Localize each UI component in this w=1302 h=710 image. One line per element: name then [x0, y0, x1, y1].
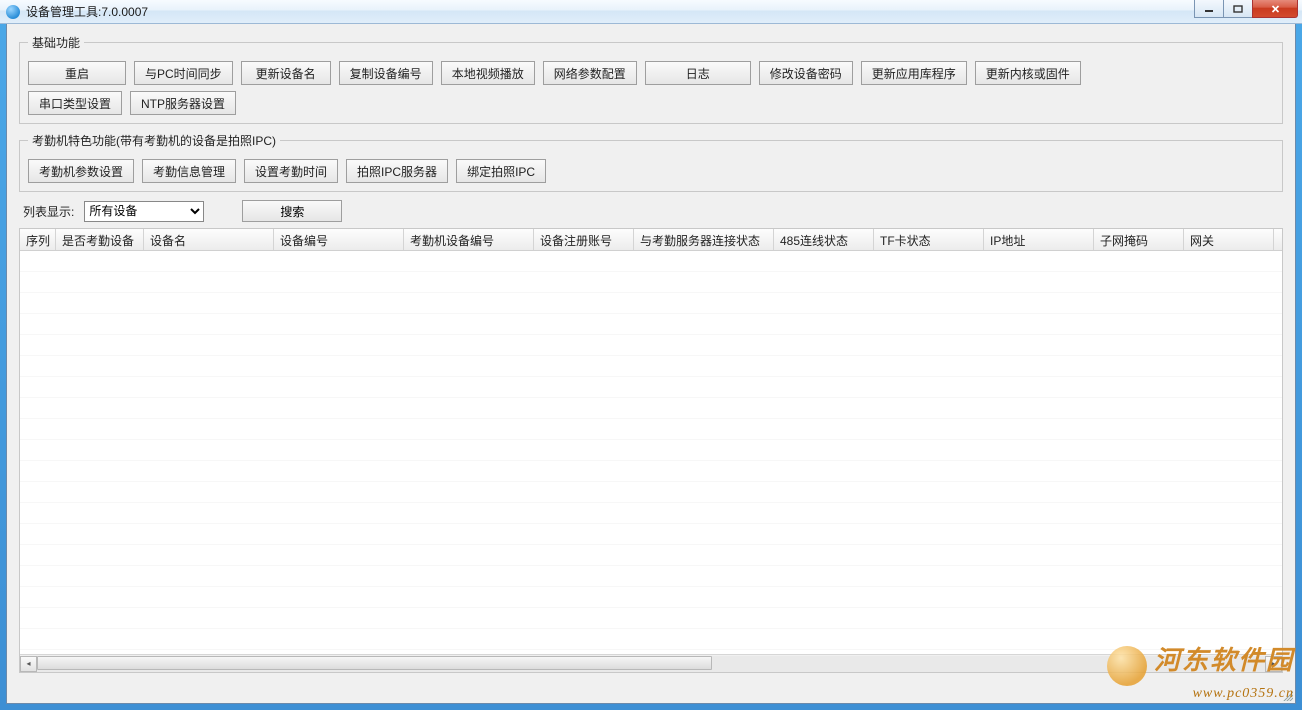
device-filter-select[interactable]: 所有设备 — [84, 201, 204, 222]
bind-photo-ipc-button[interactable]: 绑定拍照IPC — [456, 159, 546, 183]
grid-header: 序列 是否考勤设备 设备名 设备编号 考勤机设备编号 设备注册账号 与考勤服务器… — [20, 229, 1282, 251]
col-register-account[interactable]: 设备注册账号 — [534, 229, 634, 250]
update-app-lib-button[interactable]: 更新应用库程序 — [861, 61, 967, 85]
client-area: 基础功能 重启 与PC时间同步 更新设备名 复制设备编号 本地视频播放 网络参数… — [6, 24, 1296, 704]
scroll-right-arrow[interactable]: ▸ — [1265, 656, 1282, 672]
maximize-button[interactable] — [1223, 0, 1253, 18]
col-sequence[interactable]: 序列 — [20, 229, 56, 250]
minimize-icon — [1204, 5, 1214, 13]
serial-type-button[interactable]: 串口类型设置 — [28, 91, 122, 115]
app-icon — [6, 5, 20, 19]
col-server-conn-status[interactable]: 与考勤服务器连接状态 — [634, 229, 774, 250]
attendance-params-button[interactable]: 考勤机参数设置 — [28, 159, 134, 183]
col-is-attendance[interactable]: 是否考勤设备 — [56, 229, 144, 250]
update-device-name-button[interactable]: 更新设备名 — [241, 61, 331, 85]
change-password-button[interactable]: 修改设备密码 — [759, 61, 853, 85]
maximize-icon — [1233, 5, 1243, 13]
col-485-status[interactable]: 485连线状态 — [774, 229, 874, 250]
col-gateway[interactable]: 网关 — [1184, 229, 1274, 250]
basic-functions-legend: 基础功能 — [28, 34, 84, 51]
grid-body[interactable] — [20, 251, 1282, 653]
col-tf-card-status[interactable]: TF卡状态 — [874, 229, 984, 250]
col-subnet-mask[interactable]: 子网掩码 — [1094, 229, 1184, 250]
scroll-thumb[interactable] — [37, 656, 712, 670]
network-params-button[interactable]: 网络参数配置 — [543, 61, 637, 85]
log-button[interactable]: 日志 — [645, 61, 751, 85]
window-title: 设备管理工具:7.0.0007 — [26, 3, 148, 20]
col-attendance-device-id[interactable]: 考勤机设备编号 — [404, 229, 534, 250]
basic-row-1: 重启 与PC时间同步 更新设备名 复制设备编号 本地视频播放 网络参数配置 日志… — [28, 61, 1274, 85]
titlebar: 设备管理工具:7.0.0007 — [0, 0, 1302, 24]
close-icon — [1270, 4, 1281, 14]
attendance-row: 考勤机参数设置 考勤信息管理 设置考勤时间 拍照IPC服务器 绑定拍照IPC — [28, 159, 1274, 183]
col-device-id[interactable]: 设备编号 — [274, 229, 404, 250]
window-controls — [1195, 0, 1298, 18]
horizontal-scrollbar[interactable]: ◂ ▸ — [20, 654, 1282, 672]
col-device-name[interactable]: 设备名 — [144, 229, 274, 250]
col-ip-address[interactable]: IP地址 — [984, 229, 1094, 250]
update-kernel-firmware-button[interactable]: 更新内核或固件 — [975, 61, 1081, 85]
scroll-left-arrow[interactable]: ◂ — [20, 656, 37, 672]
local-video-play-button[interactable]: 本地视频播放 — [441, 61, 535, 85]
minimize-button[interactable] — [1194, 0, 1224, 18]
attendance-functions-group: 考勤机特色功能(带有考勤机的设备是拍照IPC) 考勤机参数设置 考勤信息管理 设… — [19, 132, 1283, 192]
device-grid: 序列 是否考勤设备 设备名 设备编号 考勤机设备编号 设备注册账号 与考勤服务器… — [19, 228, 1283, 673]
sync-pc-time-button[interactable]: 与PC时间同步 — [134, 61, 233, 85]
search-button[interactable]: 搜索 — [242, 200, 342, 222]
photo-ipc-server-button[interactable]: 拍照IPC服务器 — [346, 159, 448, 183]
ntp-server-button[interactable]: NTP服务器设置 — [130, 91, 236, 115]
close-button[interactable] — [1252, 0, 1298, 18]
restart-button[interactable]: 重启 — [28, 61, 126, 85]
basic-row-2: 串口类型设置 NTP服务器设置 — [28, 91, 1274, 115]
set-attendance-time-button[interactable]: 设置考勤时间 — [244, 159, 338, 183]
list-display-label: 列表显示: — [23, 203, 74, 220]
basic-functions-group: 基础功能 重启 与PC时间同步 更新设备名 复制设备编号 本地视频播放 网络参数… — [19, 34, 1283, 124]
scroll-track[interactable] — [37, 656, 1265, 672]
filter-row: 列表显示: 所有设备 搜索 — [23, 200, 1283, 222]
attendance-info-manage-button[interactable]: 考勤信息管理 — [142, 159, 236, 183]
attendance-functions-legend: 考勤机特色功能(带有考勤机的设备是拍照IPC) — [28, 132, 280, 149]
copy-device-id-button[interactable]: 复制设备编号 — [339, 61, 433, 85]
resize-grip[interactable] — [1281, 689, 1293, 701]
